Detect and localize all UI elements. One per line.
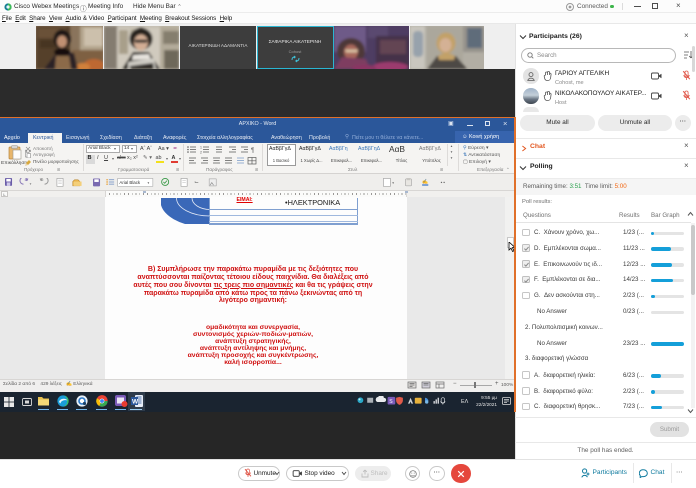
svg-text:▾: ▾ xyxy=(392,181,394,185)
svg-text:1: 1 xyxy=(200,146,202,150)
svg-text:W: W xyxy=(132,398,139,405)
svg-text:▾: ▾ xyxy=(30,182,32,186)
svg-text:2: 2 xyxy=(200,151,202,155)
svg-text:S: S xyxy=(389,399,393,405)
svg-text:✍: ✍ xyxy=(422,178,428,185)
svg-text:¶: ¶ xyxy=(251,148,254,154)
svg-text:▾: ▾ xyxy=(148,181,150,185)
svg-text:Arial Black: Arial Black xyxy=(119,180,141,185)
svg-text:⌙: ⌙ xyxy=(194,179,198,185)
